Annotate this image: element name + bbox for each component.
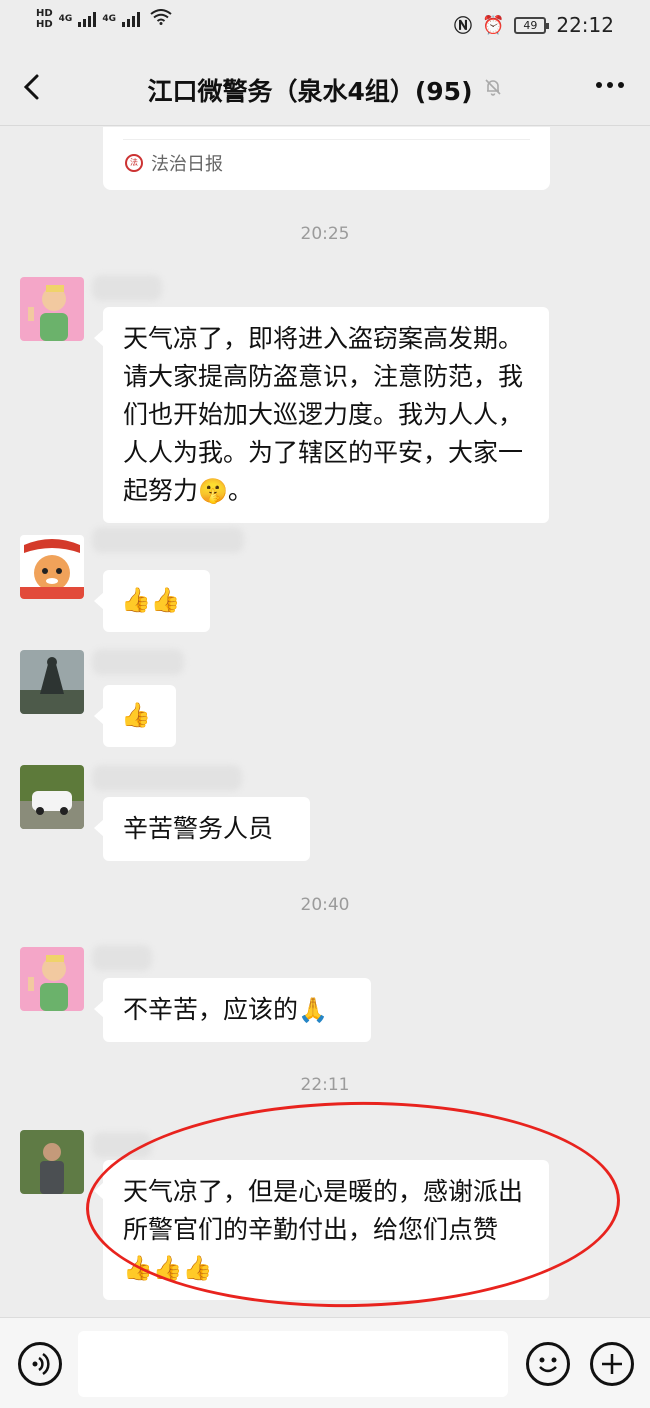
nickname-blurred [92,649,184,675]
signal-icon-2 [121,11,140,27]
timestamp: 22:11 [300,1075,350,1095]
message-text-tail: 。 [227,476,253,505]
signal-icon [78,11,97,27]
nfc-icon: Ⓝ [453,16,472,37]
message-bubble[interactable]: 不辛苦，应该的🙏 [94,978,371,1042]
folded-hands-emoji: 🙏 [298,996,328,1024]
hd-label-2: HD [36,19,53,30]
status-right: Ⓝ ⏰ 49 22:12 [454,12,614,38]
chat-area[interactable]: 法 法治日报 20:25 天气凉了，即将进入盗窃案高发期。请大家提高防盗意识，注… [0,127,650,1317]
nickname-blurred [92,527,244,553]
message-bubble[interactable]: 天气凉了，即将进入盗窃案高发期。请大家提高防盗意识，注意防范，我们也开始加大巡逻… [94,307,549,523]
avatar[interactable] [20,947,84,1011]
network-indicators: HD HD 4G 4G [36,8,172,30]
plus-icon[interactable] [590,1342,634,1386]
message-bubble[interactable]: 辛苦警务人员 [94,797,310,861]
nickname-blurred [92,275,162,301]
smiley-icon[interactable] [526,1342,570,1386]
avatar[interactable] [20,650,84,714]
status-bar: HD HD 4G 4G Ⓝ ⏰ 49 22:12 [0,0,650,50]
chat-header: 江口微警务（泉水4组）(95) [0,50,650,126]
avatar[interactable] [20,765,84,829]
wifi-icon [150,8,172,30]
avatar[interactable] [20,277,84,341]
bell-muted-icon [483,77,503,102]
clock: 22:12 [556,13,614,37]
message-text: 天气凉了，即将进入盗窃案高发期。请大家提高防盗意识，注意防范，我们也开始加大巡逻… [123,324,524,505]
timestamp: 20:25 [300,224,350,244]
avatar[interactable] [20,535,84,599]
chat-title: 江口微警务（泉水4组）(95) [0,72,650,108]
message-bubble[interactable]: 👍👍 [94,570,210,632]
input-bar [0,1317,650,1408]
thumbs-up-emoji: 👍👍 [121,586,181,614]
message-text: 不辛苦，应该的 [123,995,299,1024]
chat-title-text: 江口微警务（泉水4组）(95) [147,77,473,106]
nickname-blurred [92,945,152,971]
nickname-blurred [92,765,242,791]
more-dots-icon[interactable] [594,70,626,107]
battery-icon: 49 [514,16,550,34]
hd-badge: HD HD [36,8,53,30]
voice-icon[interactable] [18,1342,62,1386]
alarm-icon: ⏰ [481,14,505,36]
network-type-2: 4G [102,14,116,24]
shared-article-card[interactable]: 法 法治日报 [103,127,550,190]
message-input[interactable] [78,1331,508,1397]
message-bubble[interactable]: 👍 [94,685,176,747]
card-source: 法 法治日报 [125,150,223,176]
hd-label-1: HD [36,8,53,19]
thumbs-up-emoji: 👍 [121,701,151,729]
message-text: 辛苦警务人员 [123,814,274,843]
card-divider [123,139,530,140]
shushing-emoji: 🤫 [198,477,228,505]
timestamp: 20:40 [300,895,350,915]
network-type-1: 4G [58,14,73,24]
avatar[interactable] [20,1130,84,1194]
newspaper-logo-icon: 法 [125,154,143,172]
card-source-name: 法治日报 [151,154,223,175]
